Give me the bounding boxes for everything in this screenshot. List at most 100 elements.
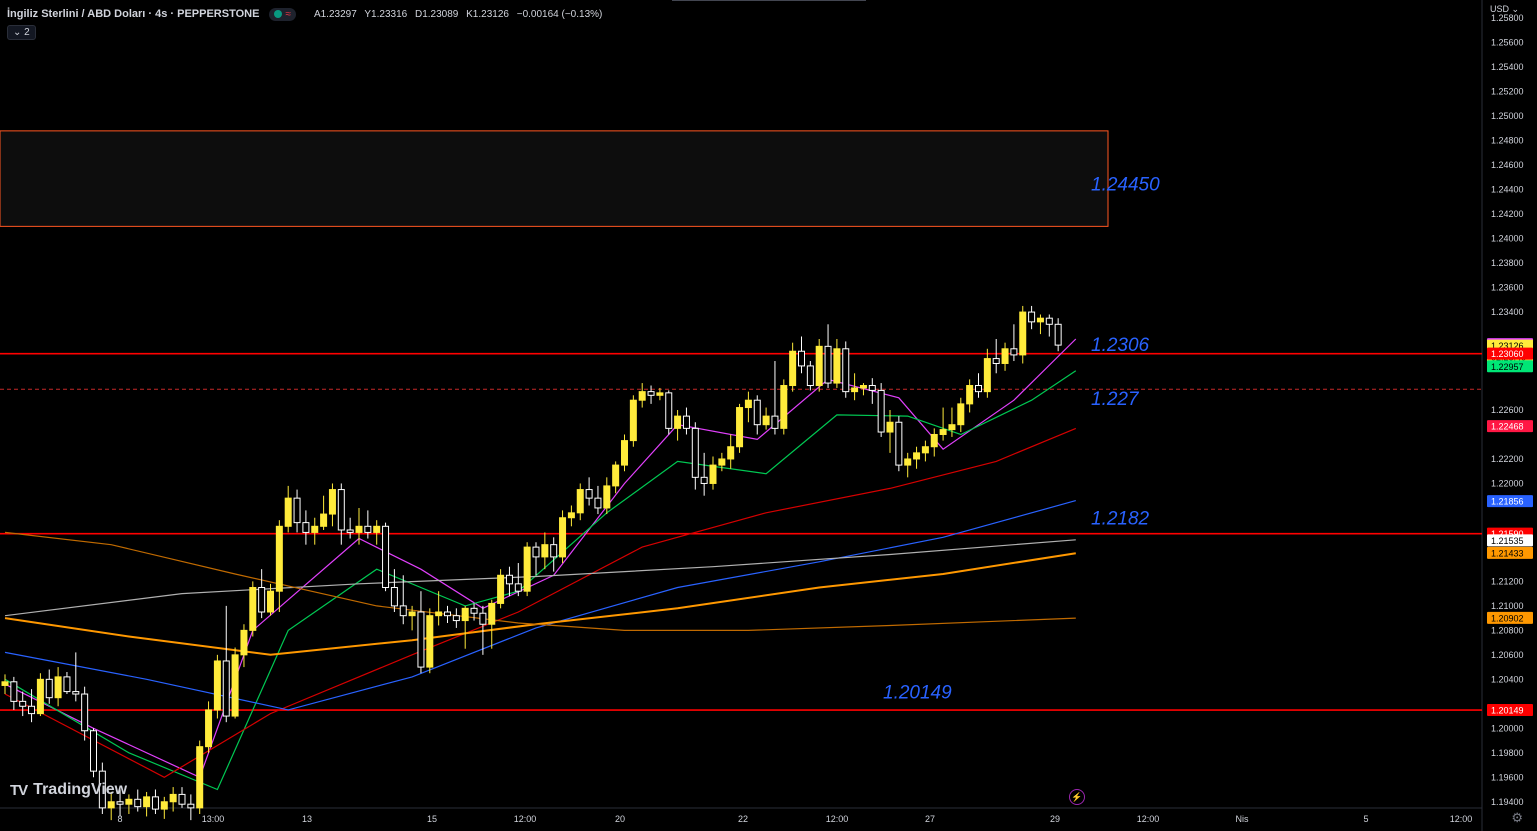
candle-body [408,611,416,617]
y-tick-label: 1.21200 [1491,576,1524,586]
x-tick-label: 5 [1363,814,1368,824]
candle-body [107,801,115,809]
candle-body [382,525,390,589]
candle-body [585,489,593,499]
candle-body [656,392,664,396]
candle-body [505,574,513,585]
symbol-title[interactable]: İngiliz Sterlini / ABD Doları · 4s · PEP… [7,8,259,20]
currency-selector[interactable]: USD ⌄ [1490,4,1519,15]
candle-body [1054,323,1062,346]
x-tick-label: 13 [302,814,312,824]
x-tick-label: 15 [427,814,437,824]
level-annotation[interactable]: 1.227 [1091,389,1140,410]
y-tick-label: 1.19600 [1491,772,1524,782]
candle-body [196,746,204,809]
candle-body [10,681,18,702]
candle-body [426,615,434,668]
y-tick-label: 1.25600 [1491,38,1524,48]
tradingview-logo-icon: TV [10,781,28,799]
candle-body [1045,317,1053,325]
tradingview-logo: TV TradingView [10,781,127,799]
x-tick-label: 12:00 [1137,814,1160,824]
x-tick-label: 12:00 [514,814,537,824]
candle-body [213,660,221,711]
candle-body [231,654,239,717]
candle-body [134,798,142,808]
candle-body [975,385,982,393]
candle-body [337,489,345,531]
low-value: D1.23089 [414,8,459,20]
candle-body [399,605,407,617]
level-annotation[interactable]: 1.24450 [1091,175,1160,196]
gear-icon[interactable]: ⚙ [1511,810,1523,826]
indicator-toggle-button[interactable]: ⌄ 2 [7,25,36,40]
candle-body [682,415,690,429]
candle-body [45,678,53,699]
candle-body [744,399,752,409]
candle-body [36,678,44,715]
candle-body [753,399,761,426]
candle-body [160,801,168,810]
candle-body [603,485,611,509]
candle-body [992,358,1000,364]
open-value: A1.23297 [313,8,357,20]
candle-body [72,691,80,695]
moving-average-line [4,552,1076,656]
resistance-zone[interactable] [0,130,1109,227]
candle-body [771,415,779,429]
candle-body [143,796,151,808]
candle-body [258,587,266,613]
price-label: 1.20149 [1491,706,1524,716]
candle-body [125,798,133,805]
candle-body [913,452,921,460]
candle-body [373,525,381,533]
y-tick-label: 1.25400 [1491,62,1524,72]
y-tick-label: 1.23400 [1491,307,1524,317]
candle-body [452,615,460,622]
status-pill[interactable]: ≈ [269,7,296,21]
x-tick-label: 13:00 [202,814,225,824]
candle-body [939,429,947,435]
lightning-icon[interactable]: ⚡ [1069,789,1085,805]
candle-body [798,350,805,367]
candle-body [1019,311,1027,356]
y-tick-label: 1.22000 [1491,478,1524,488]
candle-body [90,730,97,772]
candle-body [833,348,841,384]
level-annotation[interactable]: 1.2182 [1091,509,1150,530]
price-label: 1.21433 [1491,548,1524,558]
candle-body [355,525,363,533]
candle-body [532,546,540,558]
candle-body [293,497,301,524]
candle-body [249,587,257,631]
change-value: −0.00164 (−0.13%) [516,8,603,20]
x-tick-label: 22 [738,814,748,824]
y-tick-label: 1.25000 [1491,111,1524,121]
candle-body [514,583,522,592]
candle-body [612,464,620,487]
candle-body [222,660,230,717]
y-tick-label: 1.19800 [1491,748,1524,758]
candle-body [806,365,814,387]
logo-text: TradingView [33,781,128,798]
level-annotation[interactable]: 1.2306 [1091,335,1150,356]
candle-body [444,611,451,617]
candle-body [1036,317,1044,323]
candle-body [328,489,336,515]
candle-body [116,801,124,805]
level-annotation[interactable]: 1.20149 [883,683,952,704]
candle-body [877,389,885,433]
x-tick-label: Nis [1236,814,1249,824]
y-tick-label: 1.23600 [1491,283,1524,293]
high-value: Y1.23316 [364,8,408,20]
candle-body [1010,348,1018,356]
y-tick-label: 1.24400 [1491,185,1524,195]
y-tick-label: 1.20600 [1491,650,1524,660]
y-tick-label: 1.25200 [1491,87,1524,97]
candle-body [921,446,929,454]
y-tick-label: 1.24600 [1491,160,1524,170]
y-tick-label: 1.20400 [1491,674,1524,684]
price-chart[interactable]: 1.244501.23061.2271.21821.201491.258001.… [0,0,1537,831]
candle-body [780,385,788,429]
candle-body [983,358,991,393]
